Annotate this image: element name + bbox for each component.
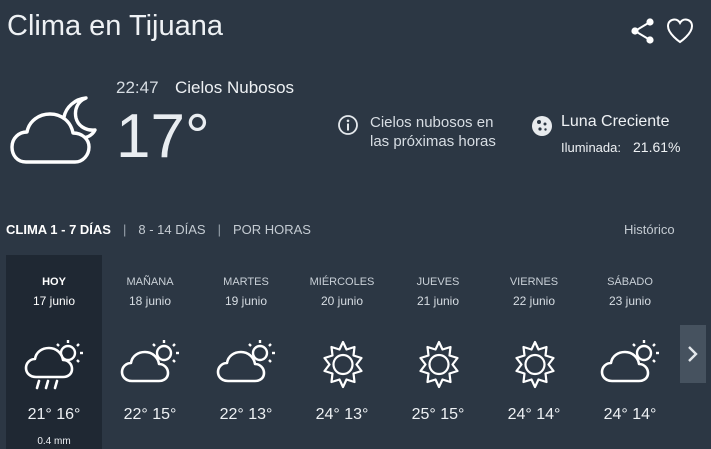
day-temperatures: 22° 15° [123, 406, 177, 423]
heart-icon[interactable] [665, 16, 695, 46]
day-date: 21 junio [416, 294, 460, 308]
current-time: 22:47 [116, 78, 159, 97]
day-temperatures: 25° 15° [411, 406, 465, 423]
day-name: HOY [42, 276, 66, 288]
day-rain: 0.4 mm [37, 436, 71, 447]
day-date: 17 junio [32, 294, 76, 308]
day-name: VIERNES [509, 276, 559, 288]
day-card-tomorrow[interactable]: MAÑANA 18 junio 22° 15° [102, 255, 198, 449]
day-name: JUEVES [416, 276, 460, 288]
moon-phase: Luna Creciente [561, 113, 670, 130]
day-date: 23 junio [608, 294, 652, 308]
share-icon[interactable] [628, 16, 658, 46]
tab-hourly[interactable]: POR HORAS [233, 222, 311, 237]
day-name: MARTES [223, 276, 269, 288]
day-temperatures: 24° 14° [507, 406, 561, 423]
day-card-tuesday[interactable]: MARTES 19 junio 22° 13° [198, 255, 294, 449]
day-temperatures: 21° 16° [27, 406, 81, 423]
illumination-label: Iluminada: [561, 140, 621, 155]
day-card-friday[interactable]: VIERNES 22 junio 24° 14° [486, 255, 582, 449]
cloud-sun-icon [216, 340, 275, 383]
cloud-sun-rain-icon [24, 340, 83, 390]
day-temperatures: 24° 14° [603, 406, 657, 423]
day-card-wednesday[interactable]: MIÉRCOLES 20 junio 24° 13° [294, 255, 390, 449]
historico-link[interactable]: Histórico [624, 222, 675, 237]
chevron-right-icon [688, 346, 698, 362]
sun-icon [323, 340, 363, 389]
current-temperature: 17° [116, 102, 210, 171]
illumination-value: 21.61% [633, 139, 681, 155]
cloud-sun-icon [600, 340, 659, 383]
day-card-today[interactable]: HOY 17 junio 21° 16° 0.4 mm [6, 255, 102, 449]
tab-separator: | [217, 222, 221, 237]
day-temperatures: 24° 13° [315, 406, 369, 423]
current-description: Cielos Nubosos [175, 78, 295, 97]
day-date: 22 junio [512, 294, 556, 308]
sun-icon [419, 340, 459, 389]
forecast-summary: Cielos nubosos en las próximas horas [370, 114, 496, 150]
day-name: SÁBADO [607, 276, 653, 288]
info-icon [338, 115, 358, 135]
next-days-button[interactable] [680, 325, 706, 383]
day-name: MIÉRCOLES [309, 276, 375, 288]
day-date: 19 junio [224, 294, 268, 308]
day-name: MAÑANA [126, 276, 174, 288]
page-title: Clima en Tijuana [7, 10, 223, 42]
day-date: 20 junio [320, 294, 364, 308]
forecast-tabs: CLIMA 1 - 7 DÍAS | 8 - 14 DÍAS | POR HOR… [6, 222, 311, 237]
cloud-sun-icon [120, 340, 179, 383]
tab-separator: | [122, 222, 127, 237]
sun-icon [515, 340, 555, 389]
day-card-thursday[interactable]: JUEVES 21 junio 25° 15° [390, 255, 486, 449]
partly-cloudy-night-icon [10, 96, 97, 164]
tab-8-14-days[interactable]: 8 - 14 DÍAS [138, 222, 205, 237]
tab-1-7-days[interactable]: CLIMA 1 - 7 DÍAS [6, 222, 111, 237]
moon-icon [532, 116, 552, 136]
day-card-saturday[interactable]: SÁBADO 23 junio 24° 14° [582, 255, 678, 449]
day-date: 18 junio [128, 294, 172, 308]
day-temperatures: 22° 13° [219, 406, 273, 423]
